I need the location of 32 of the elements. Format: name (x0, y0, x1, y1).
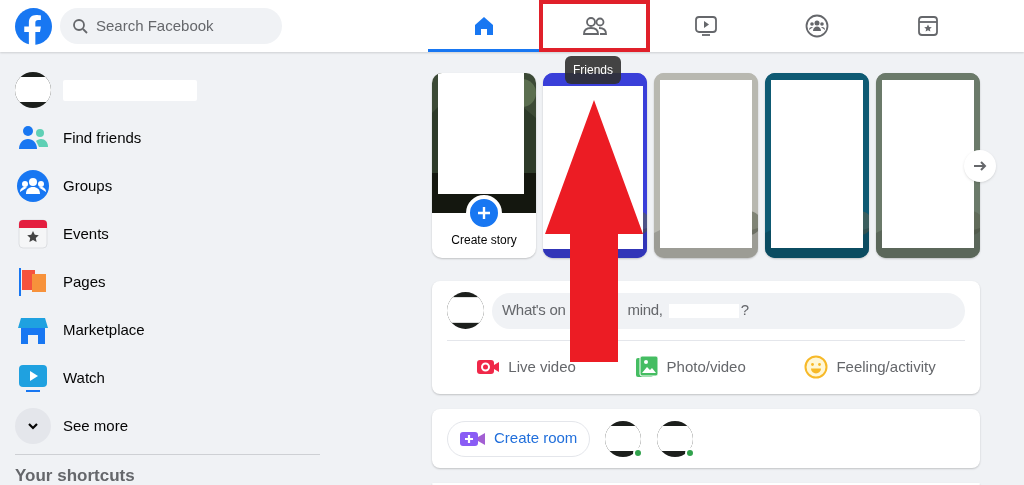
sidebar-item[interactable]: Groups (63, 174, 113, 198)
photo-icon (634, 355, 659, 379)
avatar (15, 72, 51, 108)
sidebar-item[interactable]: Pages (63, 270, 106, 294)
action-button[interactable]: Photo/video (626, 349, 754, 385)
avatar (447, 292, 484, 329)
people-icon (581, 14, 608, 38)
groups-icon (804, 14, 829, 38)
next-button[interactable] (964, 150, 996, 182)
sidebar-item[interactable]: Find friends (63, 126, 142, 150)
avatar (657, 420, 694, 457)
nav-tab[interactable] (539, 0, 650, 52)
sidebar-item[interactable]: See more (63, 414, 129, 438)
action-button[interactable]: Feeling/activity (796, 349, 944, 385)
story-card[interactable] (876, 73, 980, 258)
video-icon (693, 14, 718, 38)
search-icon (72, 18, 88, 34)
calendar-icon (15, 216, 51, 252)
logo-icon[interactable] (15, 7, 52, 45)
sidebar-item[interactable]: Marketplace (63, 318, 145, 342)
groups-icon (15, 168, 51, 204)
story-card[interactable] (765, 73, 869, 258)
search-field[interactable]: Search Facebook (60, 8, 282, 44)
avatar (605, 420, 642, 457)
video-plus-icon (460, 429, 486, 448)
tooltip: Friends (565, 56, 621, 84)
section-title: Your shortcuts (15, 465, 136, 485)
story-label: Create story (450, 232, 518, 249)
post-input-field[interactable]: What's on mind, ? (492, 292, 965, 329)
smiley-icon (804, 355, 829, 379)
sidebar-item[interactable]: Watch (63, 366, 105, 390)
sidebar-item[interactable]: Events (63, 222, 109, 246)
